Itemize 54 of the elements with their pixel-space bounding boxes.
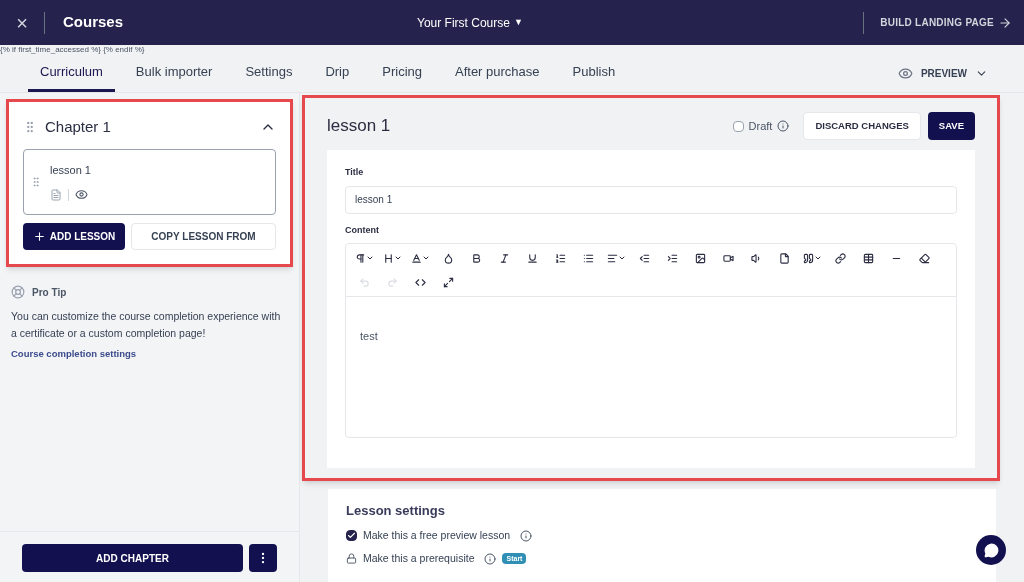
course-dropdown[interactable]: Your First Course ▼ — [417, 13, 523, 32]
content-text: test — [360, 330, 378, 342]
tab[interactable]: Pricing — [370, 55, 434, 92]
discard-changes-button[interactable]: DISCARD CHANGES — [803, 112, 921, 140]
info-icon — [484, 552, 497, 565]
tab[interactable]: After purchase — [443, 55, 552, 92]
plus-icon — [32, 229, 46, 243]
chat-icon — [983, 542, 999, 558]
caret-icon — [365, 254, 374, 262]
template-code-text: {% if first_time_accessed %} {% endif %} — [0, 45, 146, 55]
drag-handle-icon[interactable] — [30, 175, 42, 188]
caret-icon: ▼ — [513, 15, 523, 30]
lifebuoy-icon — [11, 285, 25, 299]
tab[interactable]: Settings — [233, 55, 305, 92]
lock-icon — [346, 553, 357, 564]
preview-button[interactable]: PREVIEW — [897, 55, 988, 92]
lesson-heading: lesson 1 — [327, 115, 391, 138]
build-landing-page-button[interactable]: BUILD LANDING PAGE — [880, 15, 1012, 30]
title-input[interactable]: lesson 1 — [345, 185, 957, 214]
lesson-item[interactable]: lesson 1 — [23, 148, 276, 215]
save-button[interactable]: SAVE — [927, 112, 975, 140]
course-completion-link[interactable]: Course completion settings — [11, 346, 288, 361]
lesson-settings-heading: Lesson settings — [346, 502, 446, 520]
info-icon — [520, 529, 533, 542]
chapter-title: Chapter 1 — [45, 117, 111, 137]
lesson-title: lesson 1 — [50, 162, 91, 178]
eye-icon — [75, 188, 88, 202]
option-label: Make this a prerequisite — [363, 550, 475, 566]
caret-icon — [421, 254, 430, 262]
arrow-right-icon — [998, 15, 1012, 30]
add-chapter-button[interactable]: ADD CHAPTER — [22, 544, 243, 572]
tab[interactable]: Bulk importer — [123, 55, 225, 92]
title-label: Title — [345, 166, 365, 179]
chat-button[interactable] — [976, 535, 1006, 565]
option-label: Make this a free preview lesson — [363, 527, 511, 543]
eye-icon — [897, 66, 913, 81]
caret-icon — [617, 254, 626, 262]
more-options-button[interactable] — [249, 544, 277, 572]
pro-tip-text: You can customize the course completion experience with a certificate or a custom completion page! — [11, 308, 282, 341]
info-icon — [777, 120, 790, 132]
document-icon — [50, 188, 62, 201]
caret-icon — [813, 254, 822, 262]
tab[interactable]: Publish — [560, 55, 628, 92]
draft-checkbox[interactable] — [732, 120, 744, 132]
draft-label: Draft — [748, 118, 773, 134]
content-label: Content — [345, 223, 380, 237]
caret-icon — [393, 254, 402, 262]
copy-lesson-button[interactable]: COPY LESSON FROM — [131, 222, 276, 250]
page-title: Courses — [63, 12, 124, 33]
add-lesson-button[interactable]: ADD LESSON — [23, 222, 125, 250]
close-button[interactable]: × — [0, 7, 44, 38]
tab[interactable]: Drip — [313, 55, 362, 92]
checkbox[interactable] — [346, 530, 357, 541]
pro-tip-heading: Pro Tip — [32, 285, 67, 300]
